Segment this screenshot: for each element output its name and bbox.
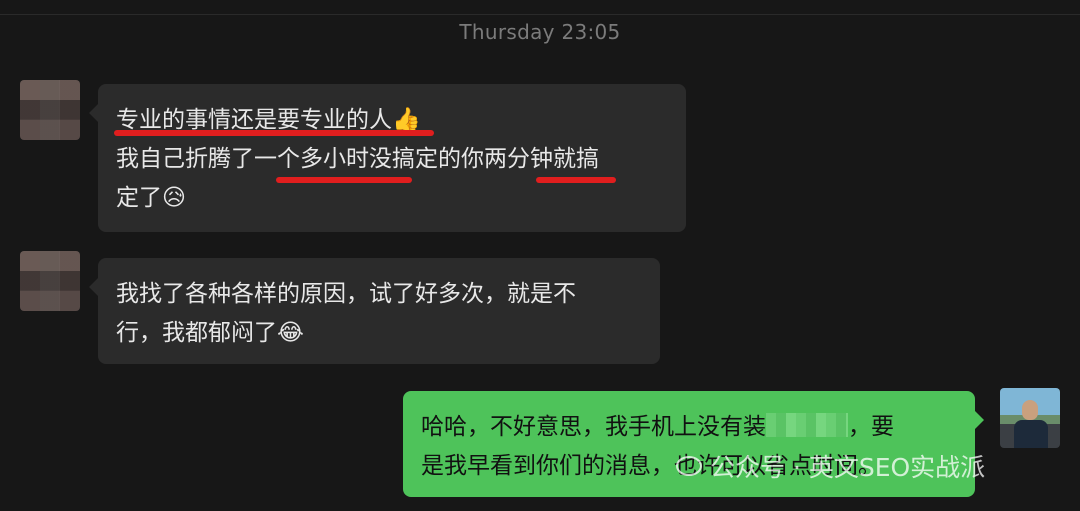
highlight-underline (114, 130, 434, 136)
avatar-body (1014, 420, 1048, 448)
message-line: 我找了各种各样的原因，试了好多次，就是不 (116, 281, 576, 307)
message-line: 哈哈，不好意思，我手机上没有装 ，要 (421, 408, 957, 447)
highlight-underline (536, 177, 616, 183)
message-timestamp: Thursday 23:05 (459, 20, 621, 44)
watermark-text: 公众号 · 英文SEO实战派 (710, 453, 986, 482)
watermark: 公众号 · 英文SEO实战派 (676, 448, 985, 484)
contact-avatar[interactable] (20, 80, 80, 140)
message-text: 哈哈，不好意思，我手机上没有装 (421, 414, 766, 440)
top-divider (0, 0, 1080, 15)
avatar-head (1022, 400, 1038, 420)
contact-avatar[interactable] (20, 251, 80, 311)
message-line: 定了😥 (116, 185, 186, 211)
highlight-underline (276, 177, 412, 183)
wechat-icon (676, 456, 702, 476)
message-text: ，要 (848, 414, 894, 440)
redacted-mosaic (766, 413, 848, 437)
message-bubble-incoming[interactable]: 我找了各种各样的原因，试了好多次，就是不 行，我都郁闷了😂 (89, 258, 660, 364)
message-line: 行，我都郁闷了😂 (116, 320, 304, 346)
message-bubble-incoming[interactable]: 专业的事情还是要专业的人👍 我自己折腾了一个多小时没搞定的你两分钟就搞 定了😥 (89, 84, 686, 232)
message-line: 我自己折腾了一个多小时没搞定的你两分钟就搞 (116, 146, 599, 172)
user-avatar[interactable] (1000, 388, 1060, 448)
